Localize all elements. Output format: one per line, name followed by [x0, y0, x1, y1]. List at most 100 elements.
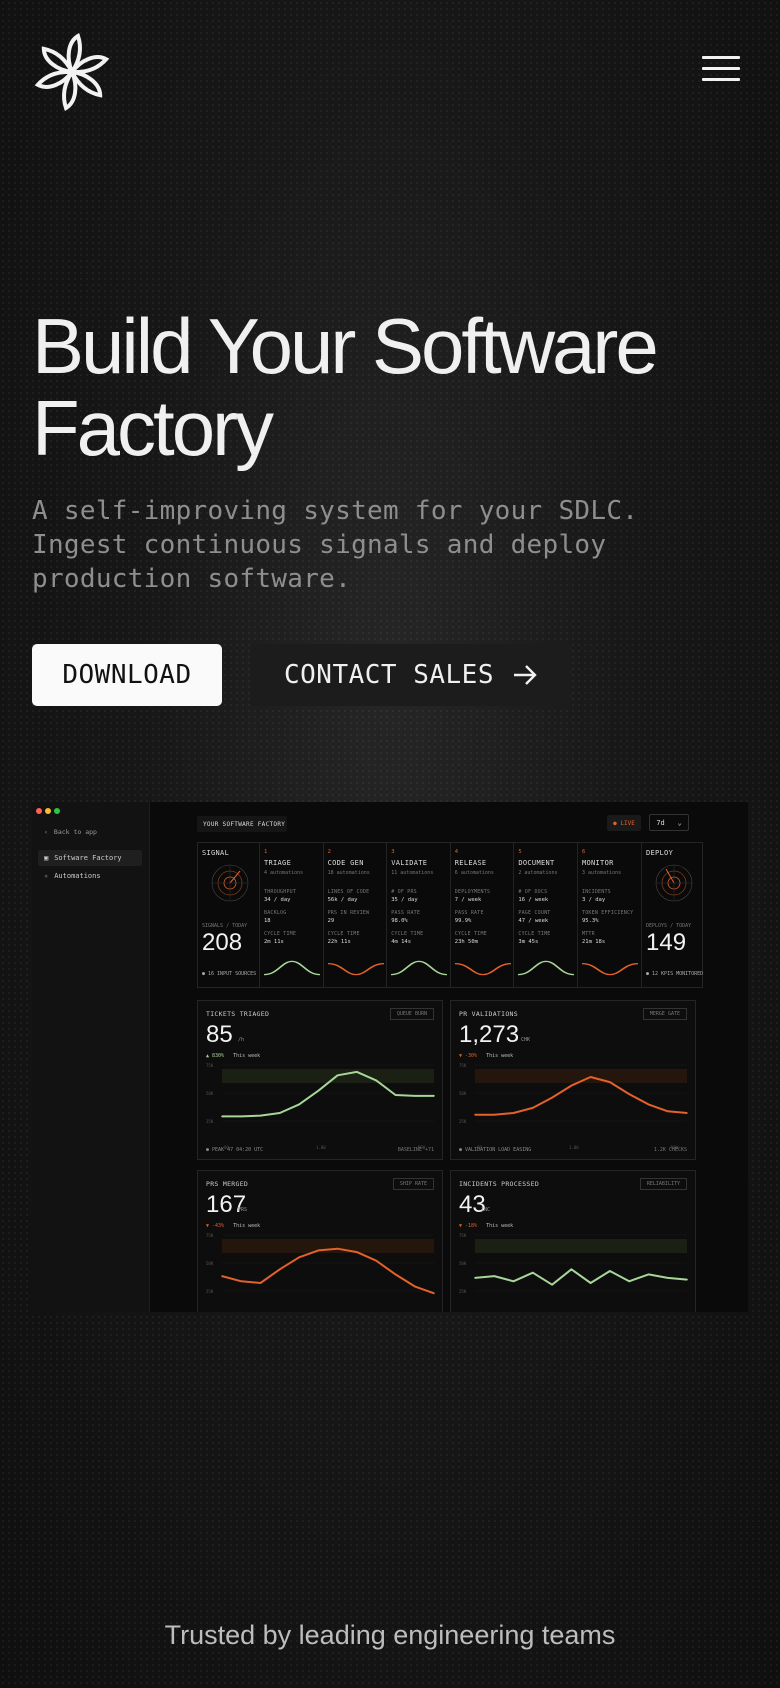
data-point [512, 1112, 515, 1114]
card-title: PR VALIDATIONS [459, 1010, 518, 1018]
threshold-band [475, 1239, 687, 1253]
card-line-chart: 75K50K25K00 1.00 NOW [206, 1233, 435, 1295]
pipeline-panel: SIGNAL SIGNALS / TODAY 208 ● 16 INPUT SO… [197, 842, 703, 988]
stage-number: 1 [264, 849, 268, 855]
stage-metric-value: 29 [327, 918, 335, 924]
data-point [221, 1275, 223, 1277]
grid-icon: ▣ [44, 854, 49, 862]
data-point [356, 1071, 358, 1073]
app-sidebar: ‹ Back to app ▣ Software Factory ✧ Automati… [32, 802, 150, 1312]
data-point [221, 1115, 223, 1118]
stage-name: TRIAGE [264, 859, 292, 867]
radar-icon [211, 864, 249, 902]
stage-metric-value: 2m 11s [264, 939, 284, 945]
data-point [394, 1273, 397, 1276]
trusted-by-heading: Trusted by leading engineering teams [164, 1620, 616, 1650]
stage-automations: 6 automations [454, 870, 494, 876]
card-value: 167 [206, 1191, 247, 1218]
y-tick-label: 25K [459, 1289, 467, 1294]
data-point [375, 1079, 377, 1082]
data-point [298, 1256, 300, 1259]
data-point [609, 1270, 611, 1272]
y-tick-label: 50K [459, 1261, 467, 1266]
data-point [532, 1107, 534, 1109]
pipeline-stage[interactable]: 2 CODE GEN 18 automations LINES OF CODE … [324, 843, 388, 987]
metric-card[interactable]: TICKETS TRIAGED QUEUE BURN 85 /h ▲ 830% … [197, 1000, 443, 1160]
data-point [413, 1285, 416, 1288]
data-point [686, 1278, 688, 1281]
sidebar-item-automations[interactable]: ✧ Automations [38, 868, 142, 884]
deploy-footer: ● 12 KPIS MONITORED [646, 971, 704, 977]
range-select[interactable]: 7d ⌄ [649, 814, 689, 831]
card-title: TICKETS TRIAGED [206, 1010, 270, 1018]
factory-title: YOUR SOFTWARE FACTORY [197, 816, 287, 832]
stage-metric-label: DEPLOYMENTS [454, 889, 491, 895]
data-point [512, 1280, 515, 1283]
stage-sparkline [454, 962, 511, 976]
series-line [221, 1247, 435, 1295]
metric-card[interactable]: PRS MERGED SHIP RATE 167 PRS ▼ -43% This… [197, 1170, 443, 1312]
stage-name: VALIDATE [391, 859, 428, 867]
asterisk-petal-logo-icon[interactable] [32, 32, 112, 112]
stage-name: CODE GEN [327, 859, 364, 867]
y-tick-label: 25K [206, 1289, 214, 1294]
stage-metric-value: 16 / week [518, 897, 549, 903]
data-point [493, 1275, 496, 1277]
stage-automations: 2 automations [518, 870, 558, 876]
sidebar-item-software-factory[interactable]: ▣ Software Factory [38, 850, 142, 866]
stage-automations: 3 automations [582, 870, 622, 876]
stage-metric-value: 3 / day [582, 897, 606, 903]
data-point [336, 1074, 339, 1077]
live-badge[interactable]: ● LIVE [607, 815, 641, 831]
card-tag[interactable]: MERGE GATE [642, 1008, 687, 1020]
card-delta: ▼ -30% This week [459, 1053, 513, 1059]
contact-sales-button[interactable]: CONTACT SALES [250, 644, 572, 706]
metric-card[interactable]: INCIDENTS PROCESSED RELIABILITY 43 INC ▼… [450, 1170, 696, 1312]
back-label: Back to app [53, 828, 97, 836]
stage-metric-value: 3m 45s [518, 939, 539, 945]
stage-metric-label: TOKEN EFFICIENCY [582, 910, 634, 916]
sparkline-path [327, 962, 384, 976]
deploy-column: DEPLOY DEPLOYS / TODAY 149 ● 12 KPIS MON… [642, 843, 704, 987]
minimize-dot[interactable] [45, 808, 51, 814]
threshold-band [222, 1069, 434, 1083]
sidebar-item-label: Automations [54, 872, 101, 880]
data-point [647, 1103, 650, 1106]
metric-card[interactable]: PR VALIDATIONS MERGE GATE 1,273 CHK ▼ -3… [450, 1000, 696, 1160]
range-value: 7d [656, 818, 665, 827]
sparkline-path [454, 962, 511, 976]
x-tick-label: 1.00 [569, 1145, 579, 1149]
pipeline-stage[interactable]: 4 RELEASE 6 automations DEPLOYMENTS 7 / … [451, 843, 515, 987]
deploy-value: 149 [646, 929, 687, 956]
data-point [628, 1280, 630, 1283]
stage-metric-value: 95.3% [582, 918, 599, 924]
stage-metric-value: 23h 50m [454, 939, 478, 945]
stage-name: RELEASE [454, 859, 487, 867]
stage-metric-value: 22h 11s [327, 939, 351, 945]
x-tick-label: 00 [224, 1145, 229, 1149]
x-tick-label: 00 [477, 1145, 482, 1149]
download-button[interactable]: DOWNLOAD [32, 644, 222, 706]
dashboard-preview: ‹ Back to app ▣ Software Factory ✧ Automati… [32, 802, 748, 1312]
chevron-left-icon: ‹ [44, 828, 48, 836]
hamburger-menu-icon[interactable] [702, 56, 740, 86]
pipeline-stage[interactable]: 1 TRIAGE 4 automations THROUGHPUT 34 / d… [260, 843, 324, 987]
card-tag[interactable]: SHIP RATE [392, 1178, 434, 1190]
maximize-dot[interactable] [54, 808, 60, 814]
y-tick-label: 75K [459, 1063, 467, 1068]
card-tag[interactable]: QUEUE BURN [389, 1008, 434, 1020]
close-dot[interactable] [36, 808, 42, 814]
card-value: 1,273 [459, 1021, 520, 1048]
pipeline-stage[interactable]: 6 MONITOR 3 automations INCIDENTS 3 / da… [578, 843, 642, 987]
back-to-app-link[interactable]: ‹ Back to app [38, 824, 142, 840]
card-tag[interactable]: RELIABILITY [639, 1178, 687, 1190]
pipeline-stage[interactable]: 5 DOCUMENT 2 automations # OF DOCS 16 / … [514, 843, 578, 987]
hero-subtitle: A self-improving system for your SDLC. I… [32, 496, 639, 594]
delta-value: ▼ -43% [206, 1223, 225, 1229]
pipeline-stage[interactable]: 3 VALIDATE 11 automations # OF PRS 35 / … [387, 843, 451, 987]
y-tick-label: 25K [459, 1119, 467, 1124]
data-point [298, 1103, 300, 1106]
delta-value: ▼ -30% [459, 1053, 478, 1059]
stage-sparkline [518, 960, 575, 976]
signal-footer: ● 16 INPUT SOURCES [202, 971, 257, 977]
